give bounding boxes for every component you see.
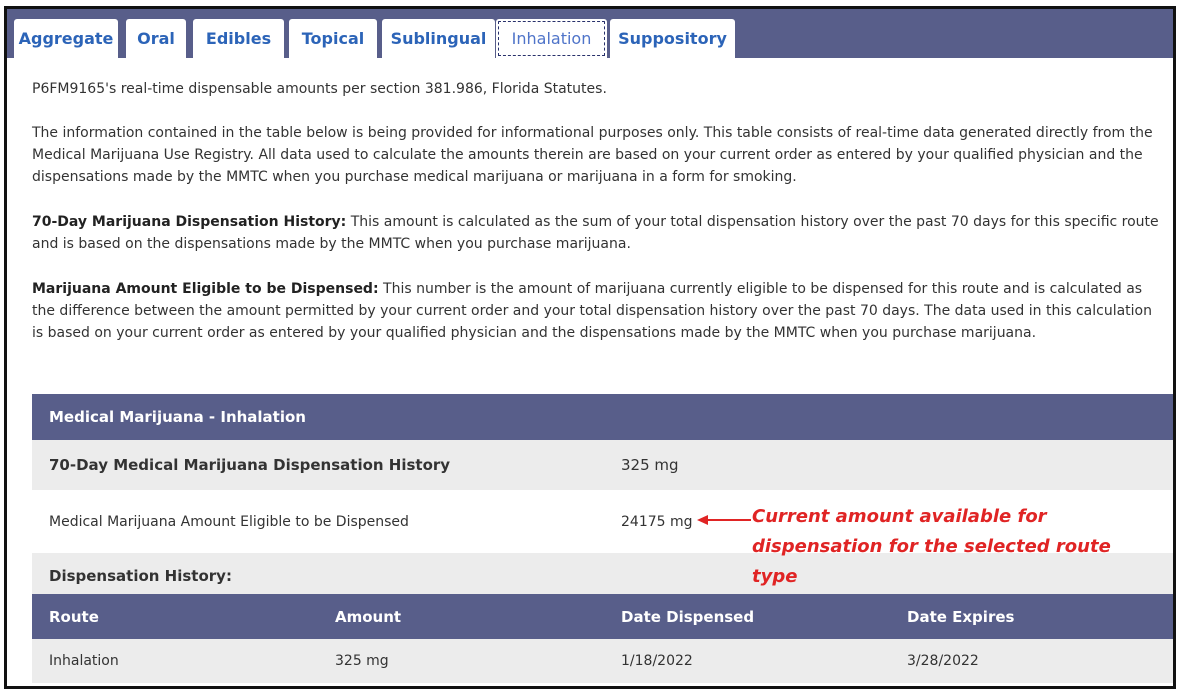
intro-text: P6FM9165's real-time dispensable amounts… xyxy=(32,78,1167,367)
row-route: Inhalation xyxy=(49,653,119,669)
annotation-arrow-icon xyxy=(697,515,751,525)
column-header-amount: Amount xyxy=(335,607,402,626)
history-table-header: Route Amount Date Dispensed Date Expires xyxy=(32,594,1173,639)
informational-disclaimer: The information contained in the table b… xyxy=(32,125,1153,185)
registry-panel: Aggregate Oral Edibles Topical Sublingua… xyxy=(4,6,1176,689)
row-date-dispensed: 1/18/2022 xyxy=(621,653,693,669)
tab-topical[interactable]: Topical xyxy=(289,19,377,58)
dispensation-history-label: Dispensation History: xyxy=(49,567,232,585)
tab-aggregate[interactable]: Aggregate xyxy=(14,19,118,58)
summary-table-header: Medical Marijuana - Inhalation xyxy=(32,394,1173,440)
tab-oral[interactable]: Oral xyxy=(126,19,186,58)
history-summary-value: 325 mg xyxy=(621,456,679,474)
column-header-date-dispensed: Date Dispensed xyxy=(621,607,755,626)
tab-suppository[interactable]: Suppository xyxy=(610,19,735,58)
tab-inhalation[interactable]: Inhalation xyxy=(496,19,607,58)
history-definition: 70-Day Marijuana Dispensation History: T… xyxy=(32,211,1167,255)
eligible-amount-label: Medical Marijuana Amount Eligible to be … xyxy=(49,513,409,530)
tab-edibles[interactable]: Edibles xyxy=(193,19,284,58)
eligible-amount-value: 24175 mg xyxy=(621,513,693,530)
route-tab-bar: Aggregate Oral Edibles Topical Sublingua… xyxy=(7,9,1173,58)
annotation-callout: Current amount available for dispensatio… xyxy=(752,506,1111,587)
history-definition-label: 70-Day Marijuana Dispensation History: xyxy=(32,214,347,230)
tab-sublingual[interactable]: Sublingual xyxy=(382,19,495,58)
column-header-route: Route xyxy=(49,607,99,626)
column-header-date-expires: Date Expires xyxy=(907,607,1015,626)
history-summary-row: 70-Day Medical Marijuana Dispensation Hi… xyxy=(32,440,1173,490)
row-amount: 325 mg xyxy=(335,653,389,669)
table-row: Inhalation 325 mg 1/18/2022 3/28/2022 xyxy=(32,639,1173,683)
patient-dispensable-line: P6FM9165's real-time dispensable amounts… xyxy=(32,81,607,97)
eligible-definition-label: Marijuana Amount Eligible to be Dispense… xyxy=(32,281,379,297)
history-summary-label: 70-Day Medical Marijuana Dispensation Hi… xyxy=(49,456,451,474)
summary-table-title: Medical Marijuana - Inhalation xyxy=(49,408,306,426)
row-date-expires: 3/28/2022 xyxy=(907,653,979,669)
eligible-definition: Marijuana Amount Eligible to be Dispense… xyxy=(32,278,1167,344)
